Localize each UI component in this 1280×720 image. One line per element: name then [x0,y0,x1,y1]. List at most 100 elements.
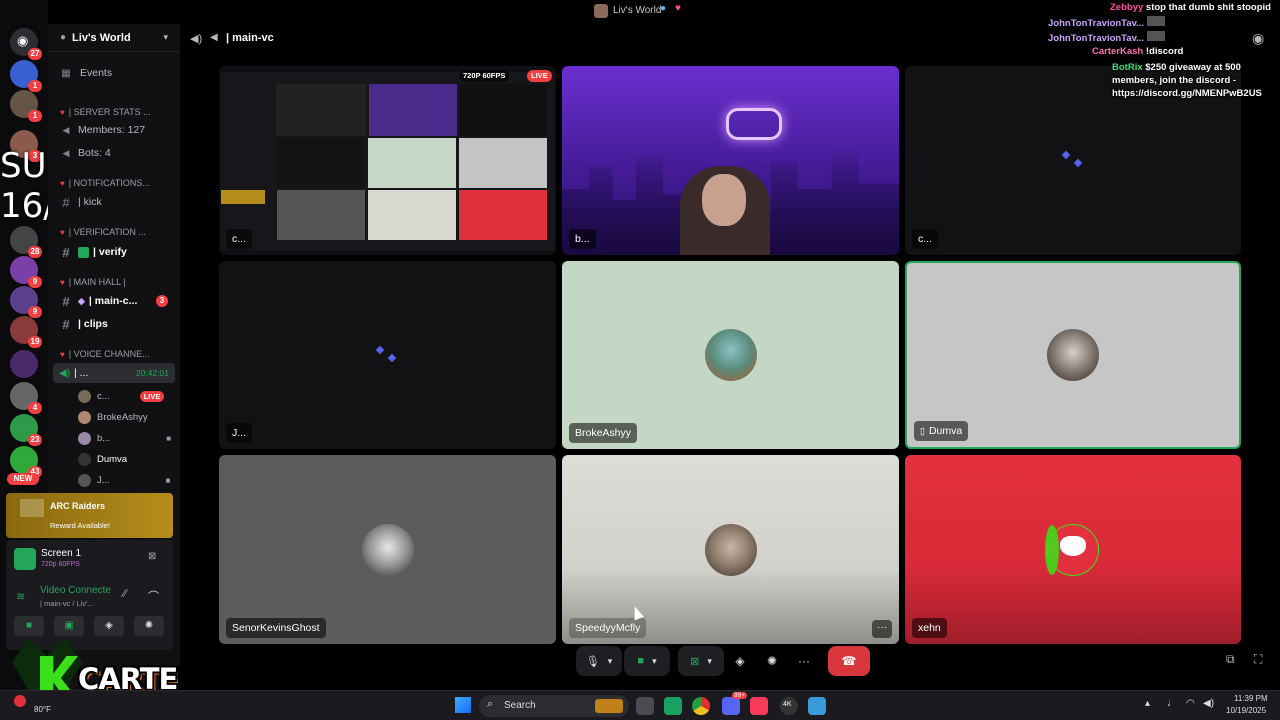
music-icon[interactable] [750,697,768,715]
video-tile[interactable]: xehn [905,455,1241,644]
server-icon[interactable]: 23 [10,414,42,446]
video-tile[interactable]: b... [562,66,899,255]
channel-kick[interactable]: # | kick [48,192,180,212]
voice-user[interactable]: J... ■ [78,470,171,490]
server-icon[interactable]: 19 [10,316,42,348]
category-voice[interactable]: ♥ | VOICE CHANNE... [48,344,180,364]
stop-share-icon[interactable]: ⊠ [148,551,156,562]
clock-date[interactable]: 10/19/2025 [1226,706,1266,715]
stat-members: ◀ Members: 127 [48,120,180,140]
discord-icon[interactable]: 99+ [722,692,748,715]
avatar [704,329,757,381]
voice-channel-active[interactable]: ◀) | ... 20:42:01 [53,363,175,383]
server-icon[interactable]: 43 [10,446,42,478]
chat-msg: !discord [1145,46,1184,57]
category-server-stats[interactable]: ♥ | SERVER STATS ... [48,102,180,122]
camera-button[interactable]: ■ ▾ [624,646,670,676]
server-icon[interactable]: 1 [10,60,42,92]
video-tile[interactable]: J... [219,261,556,449]
chat-msg: stop that dumb shit stoopid [1145,2,1271,13]
popout-icon[interactable]: ⧉ [1226,652,1235,667]
video-tile[interactable]: ▯ Dumva [905,261,1241,449]
more-button[interactable]: ··· [792,646,816,676]
avatar [78,431,91,445]
start-button[interactable] [455,697,471,713]
heart-icon: ♥ [60,107,65,117]
noise-suppression-icon[interactable]: ⁄⁄ [123,588,127,600]
video-tile[interactable]: SpeedyyMcfly ··· [562,455,899,644]
volume-icon[interactable]: ◀) [1203,698,1214,709]
avatar [704,523,757,576]
voice-user[interactable]: BrokeAshyy [78,407,148,427]
weather-icon[interactable] [14,695,26,707]
wifi-icon[interactable]: ◠ [1186,698,1195,709]
notification-badge: 99+ [732,692,748,699]
shared-screen-preview [221,72,554,250]
promo-banner[interactable]: ARC Raiders Reward Available! [6,493,173,538]
channel-main-chat[interactable]: # ◆ | main-c... 3 [48,291,180,311]
server-header[interactable]: ● Liv's World ▾ [48,24,180,52]
avatar [1047,329,1099,381]
channel-verify[interactable]: # | verify [48,242,180,262]
events-item[interactable]: ▦ Events [48,63,180,83]
server-icon[interactable]: 9 [10,256,42,288]
video-tile[interactable]: 720P 60FPS LIVE c... [219,66,556,255]
voice-user[interactable]: b... ■ [78,428,171,448]
chat-user: JohnTonTravionTav... [1048,18,1145,29]
participant-name: J... [226,423,253,443]
video-tile[interactable]: BrokeAshyy [562,261,899,449]
heart-icon: ♥ [60,349,65,359]
chevron-up-icon[interactable]: ▴ [1145,698,1150,709]
activities-button[interactable]: ◈ [728,646,752,676]
unread-badge: 3 [156,295,168,307]
clock-time[interactable]: 11:39 PM [1234,694,1268,703]
soundboard-button[interactable]: ✺ [760,646,784,676]
live-badge: LIVE [527,70,552,82]
participant-name: c... [912,229,939,249]
loading-indicator [375,345,385,355]
discord-home-icon[interactable]: ◉ 27 [10,28,42,60]
channel-clips[interactable]: # | clips [48,314,180,334]
app-4k-icon[interactable]: 4K [780,697,798,715]
chat-user: Zebbyy [1110,2,1144,13]
app-icon[interactable] [808,697,826,715]
search-box[interactable]: ⌕ Search [479,695,629,717]
stream-chat: Zebbyy stop that dumb shit stoopid JohnT… [1040,0,1280,100]
mic-tray-icon[interactable]: ♩ [1167,698,1177,709]
preview-pane [369,84,457,136]
voice-user[interactable]: c... LIVE [78,386,165,406]
video-tile[interactable]: SenorKevinsGhost [219,455,556,644]
more-options-button[interactable]: ··· [872,620,892,638]
chrome-icon[interactable] [692,697,710,715]
neon-sign [726,108,782,140]
voice-user[interactable]: Dumva [78,449,127,469]
preview-pane [368,190,456,240]
task-view-icon[interactable] [636,697,654,715]
screen-title: Screen 1 [41,548,82,559]
server-icon[interactable]: 1 [10,90,42,122]
server-icon[interactable]: 28 [10,226,42,258]
mic-button[interactable]: 🎙︎ ▾ [576,646,622,676]
loading-indicator [387,353,397,363]
category-main-hall[interactable]: ♥ | MAIN HALL | [48,272,180,292]
category-notifications[interactable]: ♥ | NOTIFICATIONS... [48,173,180,193]
server-icon[interactable]: 9 [10,286,42,318]
connection-sub: | main-vc / Liv'... [40,599,94,608]
app-icon[interactable] [664,697,682,715]
server-icon[interactable]: 4 [10,382,42,414]
fullscreen-icon[interactable]: ⛶ [1254,652,1262,667]
participant-name: c... [226,229,253,249]
face [702,174,746,226]
screen-share-button[interactable]: ⊠ ▾ [678,646,724,676]
disconnect-icon[interactable]: ⌒ [148,588,159,604]
participant-name: SenorKevinsGhost [226,618,326,638]
window-title: Liv's World [613,5,662,16]
channel-name: | main-vc [226,32,274,44]
heart-icon: ♥ [60,227,65,237]
chat-user: BotRix [1112,62,1143,73]
more-icon: ··· [798,654,810,668]
server-icon[interactable] [10,350,38,378]
camera-icon: ■ [637,655,645,667]
category-verification[interactable]: ♥ | VERIFICATION ... [48,222,180,242]
disconnect-button[interactable]: ☎︎ [828,646,870,676]
